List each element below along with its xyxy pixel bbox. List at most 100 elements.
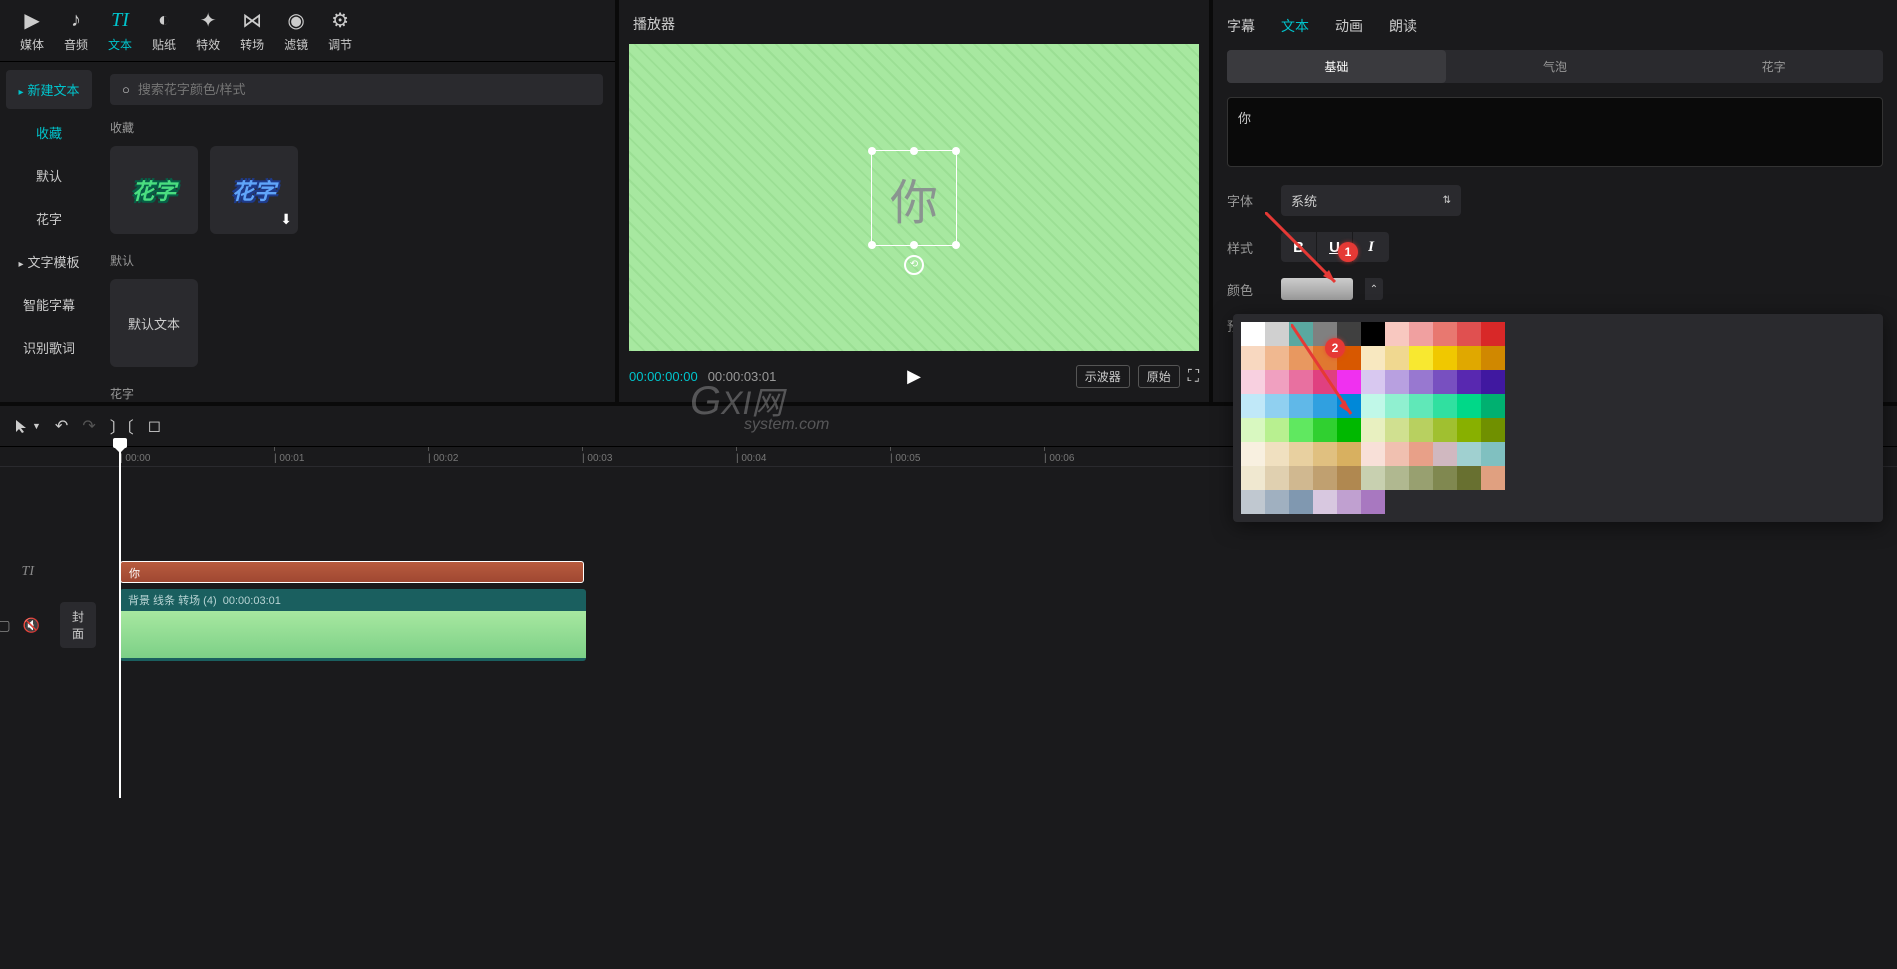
palette-color[interactable] xyxy=(1433,346,1457,370)
palette-color[interactable] xyxy=(1337,490,1361,514)
palette-color[interactable] xyxy=(1361,466,1385,490)
palette-color[interactable] xyxy=(1385,418,1409,442)
thumb-huazi-1[interactable]: 花字 xyxy=(110,146,198,234)
palette-color[interactable] xyxy=(1481,466,1505,490)
mute-icon[interactable]: 🔇 xyxy=(23,617,40,634)
palette-color[interactable] xyxy=(1313,418,1337,442)
subtab-bubble[interactable]: 气泡 xyxy=(1446,50,1665,83)
palette-color[interactable] xyxy=(1481,418,1505,442)
palette-color[interactable] xyxy=(1409,370,1433,394)
tab-adjust[interactable]: ⚙调节 xyxy=(328,8,352,53)
insp-tab-text[interactable]: 文本 xyxy=(1281,16,1309,36)
palette-color[interactable] xyxy=(1433,370,1457,394)
resize-handle-tr[interactable] xyxy=(952,147,960,155)
preview-canvas[interactable]: 你 ⟲ xyxy=(629,44,1199,351)
palette-color[interactable] xyxy=(1265,490,1289,514)
palette-color[interactable] xyxy=(1361,442,1385,466)
palette-color[interactable] xyxy=(1361,418,1385,442)
palette-color[interactable] xyxy=(1457,394,1481,418)
palette-color[interactable] xyxy=(1361,370,1385,394)
tab-effects[interactable]: ✦特效 xyxy=(196,8,220,53)
text-input[interactable]: 你 xyxy=(1227,97,1883,167)
resize-handle-tm[interactable] xyxy=(910,147,918,155)
palette-color[interactable] xyxy=(1385,394,1409,418)
palette-color[interactable] xyxy=(1289,418,1313,442)
palette-color[interactable] xyxy=(1289,442,1313,466)
palette-color[interactable] xyxy=(1457,418,1481,442)
palette-color[interactable] xyxy=(1241,418,1265,442)
palette-color[interactable] xyxy=(1385,346,1409,370)
palette-color[interactable] xyxy=(1289,394,1313,418)
play-button[interactable]: ▶ xyxy=(907,366,921,387)
palette-color[interactable] xyxy=(1433,418,1457,442)
palette-color[interactable] xyxy=(1265,442,1289,466)
palette-color[interactable] xyxy=(1481,370,1505,394)
palette-color[interactable] xyxy=(1241,442,1265,466)
sidebar-item-smart-subtitle[interactable]: 智能字幕 xyxy=(6,285,92,324)
palette-color[interactable] xyxy=(1241,490,1265,514)
palette-color[interactable] xyxy=(1457,442,1481,466)
palette-color[interactable] xyxy=(1433,322,1457,346)
text-clip[interactable]: 你 xyxy=(120,561,584,583)
palette-color[interactable] xyxy=(1409,466,1433,490)
palette-color[interactable] xyxy=(1313,442,1337,466)
palette-color[interactable] xyxy=(1385,442,1409,466)
tab-transition[interactable]: ⋈转场 xyxy=(240,8,264,53)
font-select[interactable]: 系统⇅ xyxy=(1281,185,1461,216)
insp-tab-read[interactable]: 朗读 xyxy=(1389,16,1417,36)
rotate-handle[interactable]: ⟲ xyxy=(904,255,924,275)
palette-color[interactable] xyxy=(1457,466,1481,490)
palette-color[interactable] xyxy=(1265,370,1289,394)
bold-button[interactable]: B xyxy=(1281,232,1317,262)
palette-color[interactable] xyxy=(1289,490,1313,514)
video-clip[interactable]: 背景 线条 转场 (4) 00:00:03:01 xyxy=(120,589,586,661)
original-button[interactable]: 原始 xyxy=(1138,365,1180,388)
search-box[interactable]: ○ xyxy=(110,74,603,105)
palette-color[interactable] xyxy=(1481,322,1505,346)
palette-color[interactable] xyxy=(1265,418,1289,442)
palette-color[interactable] xyxy=(1481,442,1505,466)
palette-color[interactable] xyxy=(1289,370,1313,394)
tab-audio[interactable]: ♪音频 xyxy=(64,8,88,53)
palette-color[interactable] xyxy=(1337,466,1361,490)
italic-button[interactable]: I xyxy=(1353,232,1389,262)
palette-color[interactable] xyxy=(1385,370,1409,394)
crop-button[interactable]: ◻ xyxy=(148,416,161,436)
palette-color[interactable] xyxy=(1433,394,1457,418)
thumb-huazi-2[interactable]: 花字⬇ xyxy=(210,146,298,234)
resize-handle-br[interactable] xyxy=(952,241,960,249)
cursor-tool[interactable]: ▼ xyxy=(14,418,41,434)
palette-color[interactable] xyxy=(1433,442,1457,466)
color-dropdown[interactable]: ⌃ xyxy=(1365,278,1383,300)
palette-color[interactable] xyxy=(1265,322,1289,346)
fullscreen-button[interactable]: ⛶ xyxy=(1188,368,1199,386)
palette-color[interactable] xyxy=(1241,370,1265,394)
palette-color[interactable] xyxy=(1409,442,1433,466)
palette-color[interactable] xyxy=(1289,322,1313,346)
resize-handle-bm[interactable] xyxy=(910,241,918,249)
palette-color[interactable] xyxy=(1313,466,1337,490)
palette-color[interactable] xyxy=(1337,442,1361,466)
subtab-huazi[interactable]: 花字 xyxy=(1664,50,1883,83)
sidebar-item-huazi[interactable]: 花字 xyxy=(6,199,92,238)
resize-handle-bl[interactable] xyxy=(868,241,876,249)
palette-color[interactable] xyxy=(1361,394,1385,418)
sidebar-item-template[interactable]: ▸文字模板 xyxy=(6,242,92,281)
palette-color[interactable] xyxy=(1337,370,1361,394)
tab-sticker[interactable]: ◐贴纸 xyxy=(152,8,176,53)
tab-filter[interactable]: ◉滤镜 xyxy=(284,8,308,53)
thumb-default-text[interactable]: 默认文本 xyxy=(110,279,198,367)
palette-color[interactable] xyxy=(1361,490,1385,514)
cover-button[interactable]: 封面 xyxy=(60,602,96,648)
sidebar-item-favorites[interactable]: 收藏 xyxy=(6,113,92,152)
palette-color[interactable] xyxy=(1313,490,1337,514)
palette-color[interactable] xyxy=(1241,466,1265,490)
palette-color[interactable] xyxy=(1457,370,1481,394)
palette-color[interactable] xyxy=(1241,322,1265,346)
palette-color[interactable] xyxy=(1313,370,1337,394)
palette-color[interactable] xyxy=(1409,346,1433,370)
palette-color[interactable] xyxy=(1481,346,1505,370)
palette-color[interactable] xyxy=(1409,418,1433,442)
textbox-selection[interactable]: 你 ⟲ xyxy=(871,150,957,246)
palette-color[interactable] xyxy=(1265,466,1289,490)
